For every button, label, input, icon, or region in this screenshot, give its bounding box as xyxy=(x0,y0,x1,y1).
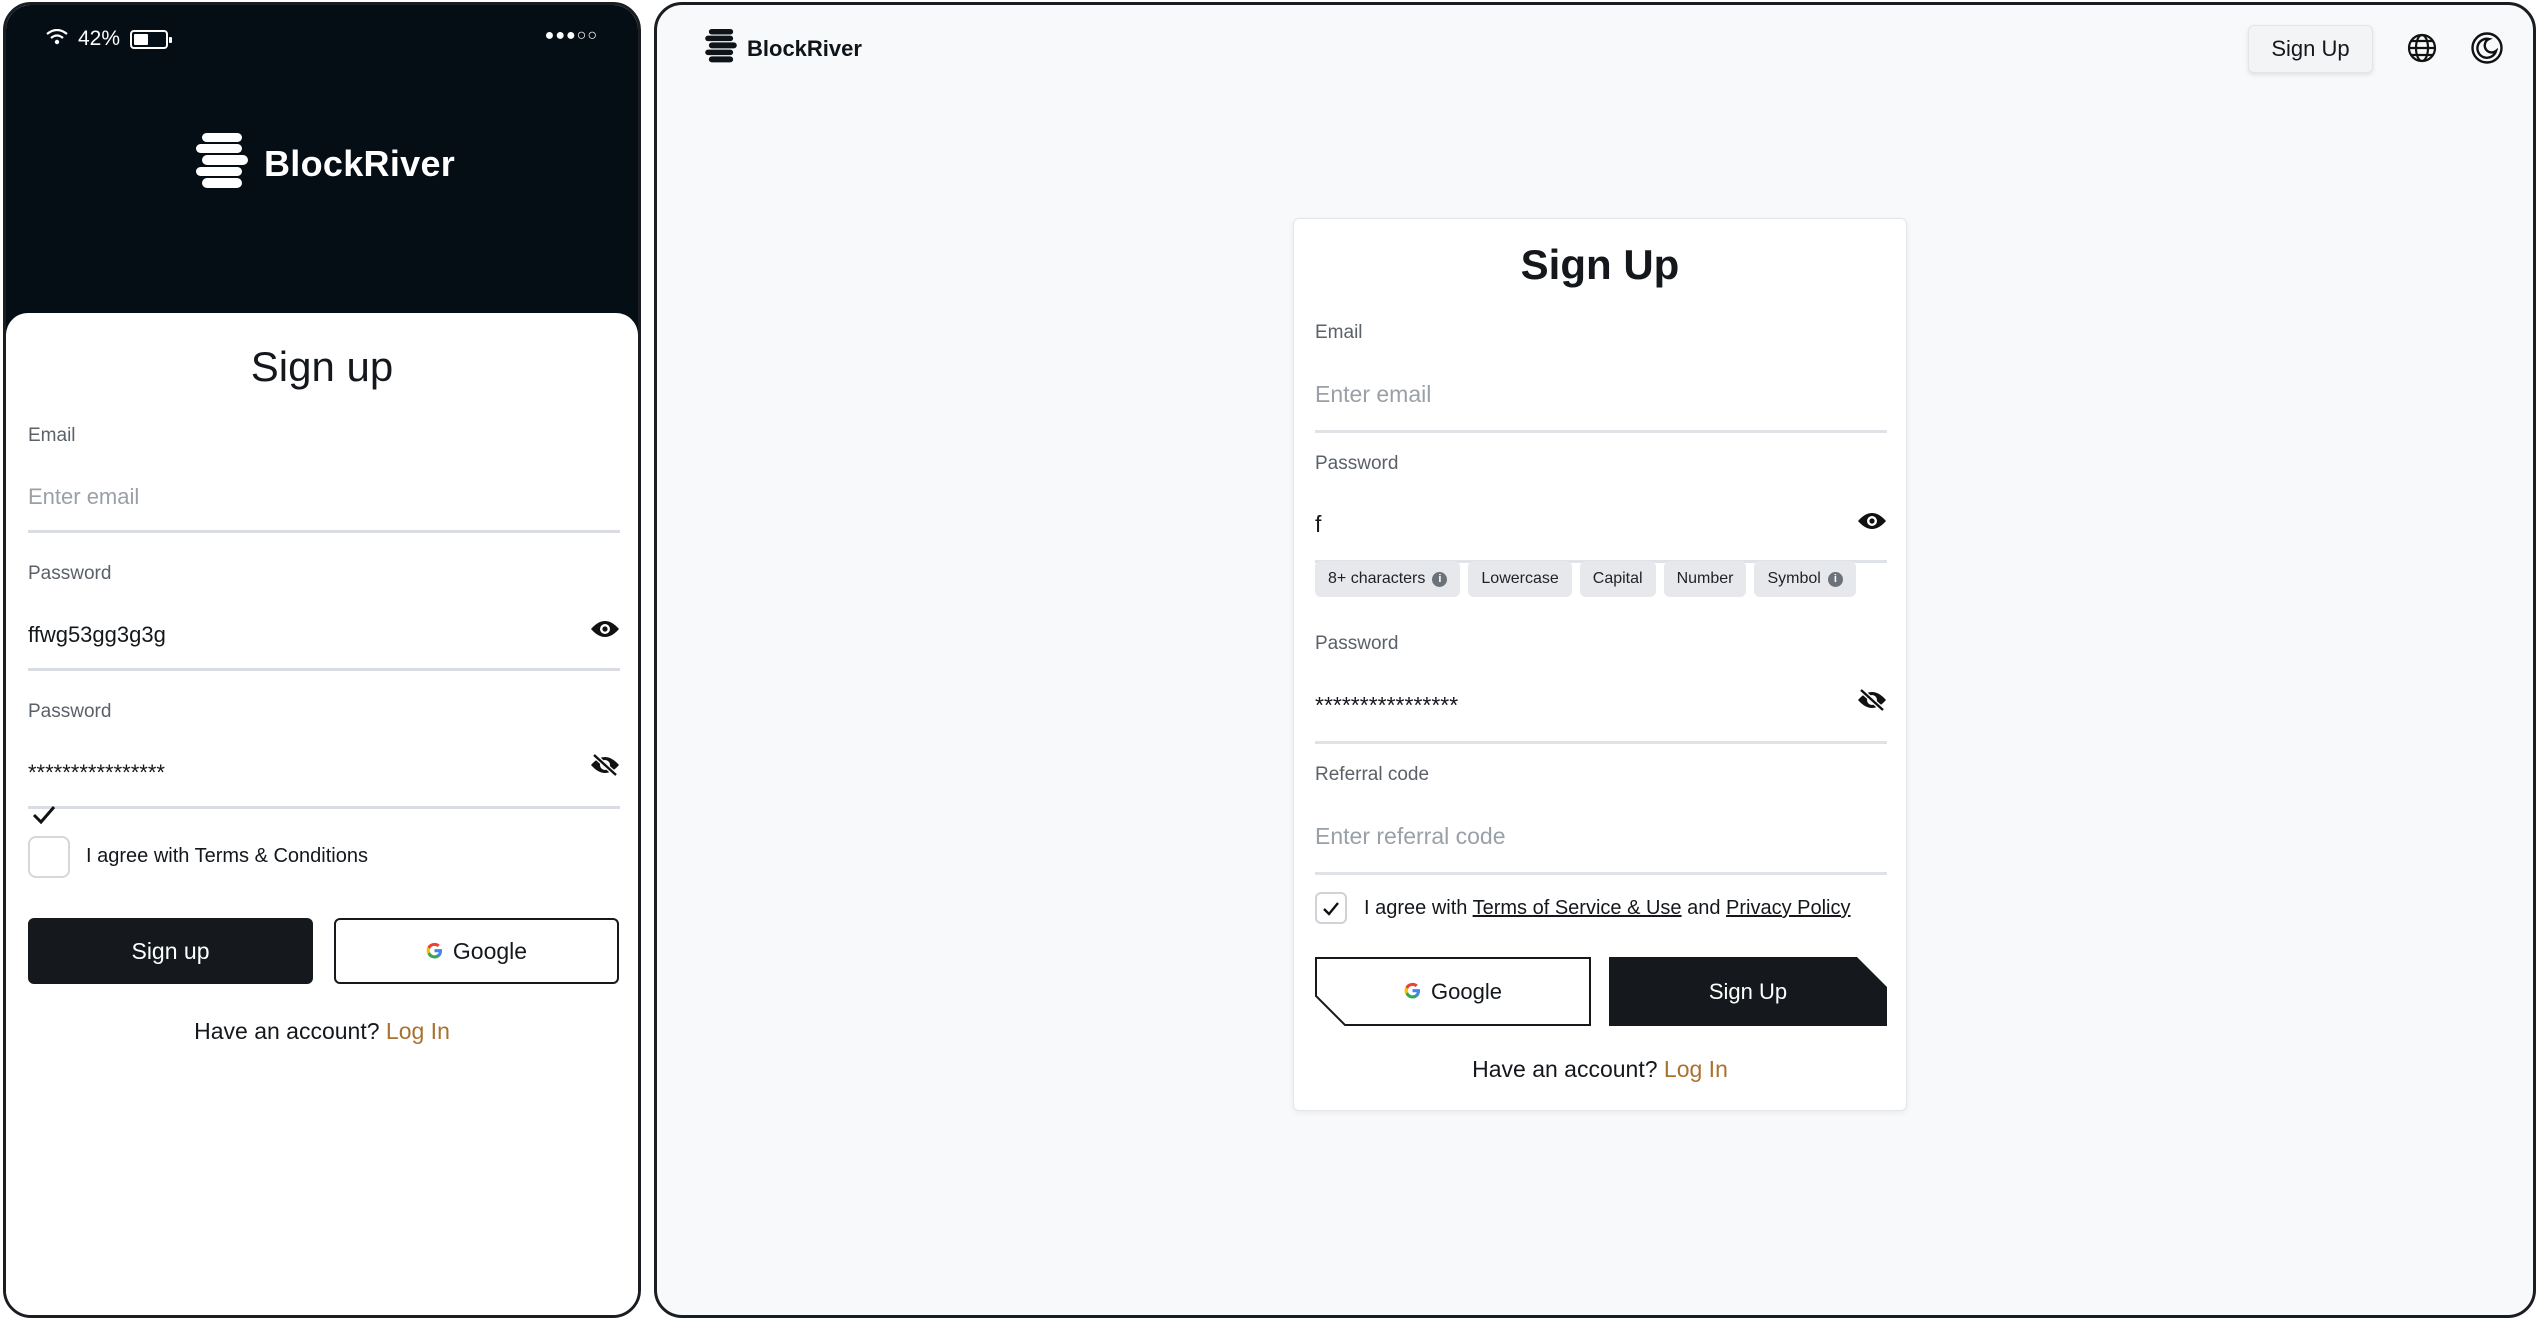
header-signup-label: Sign Up xyxy=(2271,36,2350,61)
email-input[interactable]: Enter email xyxy=(1315,381,1431,408)
status-bar: 42% ●●●○○ xyxy=(46,27,598,57)
brand-logo: BlockRiver xyxy=(196,133,455,194)
google-button[interactable]: Google xyxy=(334,918,619,984)
brand-name: BlockRiver xyxy=(264,142,456,184)
page-title: Sign up xyxy=(250,343,394,390)
google-icon xyxy=(426,938,443,965)
account-prompt-text: Have an account? xyxy=(1472,1056,1658,1082)
eye-off-icon[interactable] xyxy=(590,753,620,782)
confirm-password-label: Password xyxy=(28,701,112,722)
terms-of-service-link[interactable]: Terms of Service & Use xyxy=(1473,897,1682,919)
wifi-icon xyxy=(46,27,68,51)
google-button[interactable]: Google xyxy=(1315,957,1591,1026)
signup-button-label: Sign up xyxy=(131,937,210,964)
email-input[interactable]: Enter email xyxy=(28,484,139,510)
signup-card: Sign Up Email Enter email Password f 8+ … xyxy=(1293,218,1907,1111)
brand-logo[interactable]: BlockRiver xyxy=(705,29,862,68)
account-prompt: Have an account? Log In xyxy=(6,1018,638,1045)
login-link[interactable]: Log In xyxy=(1664,1056,1728,1082)
requirement-chip: 8+ characters i xyxy=(1315,561,1461,597)
checkmark-icon xyxy=(32,805,56,830)
desktop-screen: BlockRiver Sign Up Sign Up Email Enter e… xyxy=(654,2,2536,1318)
signal-strength-icon: ●●●○○ xyxy=(544,27,598,44)
eye-icon[interactable] xyxy=(1857,511,1887,536)
confirm-password-label: Password xyxy=(1315,633,1399,654)
eye-off-icon[interactable] xyxy=(1857,688,1887,717)
signup-sheet: Sign up Email Enter email Password ffwg5… xyxy=(6,313,638,1315)
info-icon[interactable]: i xyxy=(1827,571,1843,587)
blockriver-logo-icon xyxy=(705,29,737,68)
email-label: Email xyxy=(1315,322,1363,343)
password-field[interactable]: Password ffwg53gg3g3g xyxy=(28,563,620,671)
eye-icon[interactable] xyxy=(590,619,620,644)
password-requirements: 8+ characters i Lowercase Capital Number… xyxy=(1315,561,1856,597)
requirement-chip: Symbol i xyxy=(1754,561,1856,597)
requirement-label: Lowercase xyxy=(1481,570,1559,587)
confirm-password-input[interactable]: **************** xyxy=(28,760,165,786)
mobile-header: 42% ●●●○○ BlockRiver xyxy=(6,5,638,335)
confirm-password-input[interactable]: **************** xyxy=(1315,692,1458,719)
google-icon xyxy=(1404,979,1421,1005)
confirm-password-field[interactable]: Password **************** xyxy=(1315,633,1887,744)
requirement-chip: Lowercase xyxy=(1468,561,1572,597)
dark-mode-icon[interactable] xyxy=(2470,31,2504,70)
brand-name: BlockRiver xyxy=(747,35,862,61)
requirement-label: Symbol xyxy=(1767,570,1821,587)
globe-icon[interactable] xyxy=(2406,32,2438,69)
referral-field[interactable]: Referral code Enter referral code xyxy=(1315,764,1887,875)
requirement-chip: Capital xyxy=(1579,561,1656,597)
requirement-chip: Number xyxy=(1663,561,1747,597)
battery-percent: 42% xyxy=(78,27,121,50)
signup-button-label: Sign Up xyxy=(1708,978,1788,1004)
battery-icon xyxy=(130,29,173,49)
email-field[interactable]: Email Enter email xyxy=(1315,322,1887,433)
terms-label: I agree with Terms of Service & Use and … xyxy=(1364,897,1851,920)
account-prompt: Have an account? Log In xyxy=(1294,1056,1906,1083)
referral-input[interactable]: Enter referral code xyxy=(1315,823,1505,850)
requirement-label: Number xyxy=(1676,570,1734,587)
mobile-screen: 42% ●●●○○ BlockRiver Sign up Email Enter… xyxy=(3,2,641,1318)
signup-button[interactable]: Sign up xyxy=(28,918,313,984)
terms-label: I agree with Terms & Conditions xyxy=(86,845,368,867)
requirement-label: Capital xyxy=(1592,570,1643,587)
email-label: Email xyxy=(28,425,76,446)
blockriver-logo-icon xyxy=(196,133,248,194)
password-label: Password xyxy=(1315,453,1399,474)
header-signup-button[interactable]: Sign Up xyxy=(2248,25,2373,73)
terms-checkbox[interactable] xyxy=(28,836,70,878)
password-input[interactable]: ffwg53gg3g3g xyxy=(28,622,166,648)
email-field[interactable]: Email Enter email xyxy=(28,425,620,533)
account-prompt-text: Have an account? xyxy=(194,1018,380,1044)
terms-checkbox[interactable] xyxy=(1315,892,1347,924)
privacy-policy-link[interactable]: Privacy Policy xyxy=(1726,897,1850,919)
password-field[interactable]: Password f xyxy=(1315,453,1887,563)
referral-label: Referral code xyxy=(1315,764,1430,785)
requirement-label: 8+ characters xyxy=(1328,570,1426,587)
confirm-password-field[interactable]: Password **************** xyxy=(28,701,620,809)
login-link[interactable]: Log In xyxy=(386,1018,450,1044)
checkmark-icon xyxy=(1323,901,1339,916)
google-button-label: Google xyxy=(452,937,528,964)
password-input[interactable]: f xyxy=(1315,511,1321,538)
terms-prefix: I agree with xyxy=(1364,897,1473,919)
google-button-label: Google xyxy=(1431,978,1502,1004)
password-label: Password xyxy=(28,563,112,584)
terms-and: and xyxy=(1681,897,1727,919)
signup-button[interactable]: Sign Up xyxy=(1609,957,1887,1026)
info-icon[interactable]: i xyxy=(1432,571,1448,587)
page-title: Sign Up xyxy=(1520,241,1680,288)
